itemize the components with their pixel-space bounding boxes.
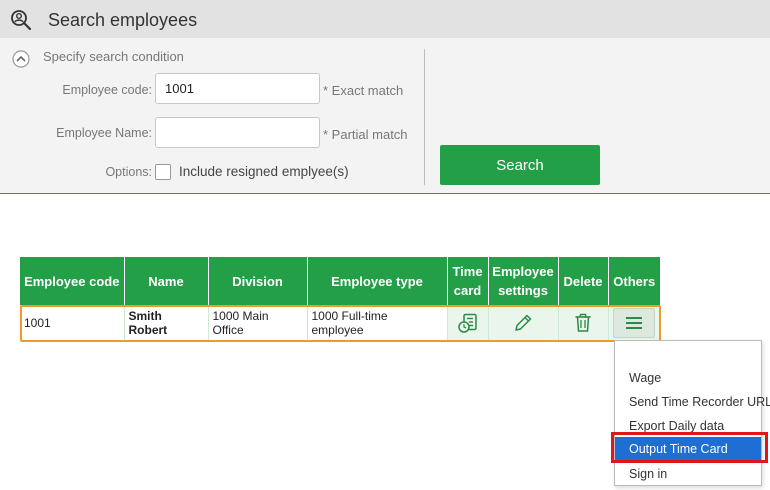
employee-code-input[interactable]	[155, 73, 320, 104]
cell-employee-type: 1000 Full-time employee	[306, 305, 447, 340]
column-others: Others	[607, 257, 660, 305]
employee-code-label: Employee code:	[62, 83, 152, 97]
others-menu-button[interactable]	[613, 307, 656, 338]
column-time-card: Time card	[446, 257, 488, 305]
column-settings-line1: Employee	[492, 264, 554, 279]
options-label: Options:	[105, 165, 152, 179]
menu-item-send-time-recorder-url[interactable]: Send Time Recorder URL	[615, 390, 770, 414]
search-button[interactable]: Search	[440, 145, 600, 185]
pencil-icon[interactable]	[512, 312, 534, 334]
column-employee-settings: Employee settings	[487, 257, 558, 305]
page-title: Search employees	[48, 10, 198, 30]
trash-icon[interactable]	[572, 312, 594, 334]
search-condition-label: Specify search condition	[43, 49, 184, 64]
partial-match-hint: * Partial match	[323, 127, 408, 142]
column-division: Division	[207, 257, 307, 305]
menu-item-wage[interactable]: Wage	[615, 366, 761, 390]
cell-others	[607, 305, 660, 340]
cell-employee-settings	[487, 305, 558, 340]
menu-item-export-daily-data[interactable]: Export Daily data	[615, 414, 761, 438]
column-time-card-line1: Time	[452, 264, 483, 279]
menu-item-output-time-card[interactable]: Output Time Card	[615, 437, 761, 461]
cell-employee-code: 1001	[24, 315, 51, 330]
menu-item-sign-in[interactable]: Sign in	[615, 462, 761, 486]
column-name: Name	[123, 257, 208, 305]
include-resigned-checkbox[interactable]	[155, 164, 171, 180]
title-bar: Search employees	[0, 0, 770, 38]
chevron-up-icon[interactable]	[12, 50, 30, 68]
search-panel: Specify search condition Employee code: …	[0, 38, 770, 194]
employee-name-input[interactable]	[155, 117, 320, 148]
panel-divider	[424, 49, 425, 185]
column-employee-type: Employee type	[306, 257, 447, 305]
cell-time-card	[446, 305, 488, 340]
cell-division: 1000 Main Office	[207, 305, 307, 340]
include-resigned-label[interactable]: Include resigned emplyee(s)	[179, 164, 349, 179]
search-person-icon	[11, 10, 32, 31]
column-employee-code: Employee code	[20, 257, 124, 305]
cell-name: Smith Robert	[123, 305, 208, 340]
column-delete: Delete	[557, 257, 608, 305]
employee-table: Employee code Name Division Employee typ…	[20, 257, 660, 340]
column-settings-line2: settings	[498, 283, 548, 298]
cell-delete	[557, 305, 608, 340]
column-time-card-line2: card	[453, 283, 482, 298]
time-card-icon[interactable]	[457, 312, 479, 334]
others-dropdown-menu: Wage Send Time Recorder URL Export Daily…	[614, 340, 770, 486]
exact-match-hint: * Exact match	[323, 83, 404, 98]
table-header-row: Employee code Name Division Employee typ…	[20, 257, 660, 305]
hamburger-icon	[626, 316, 643, 329]
employee-name-label: Employee Name:	[56, 126, 152, 140]
table-row: 1001 Smith Robert 1000 Main Office 1000 …	[20, 305, 660, 340]
